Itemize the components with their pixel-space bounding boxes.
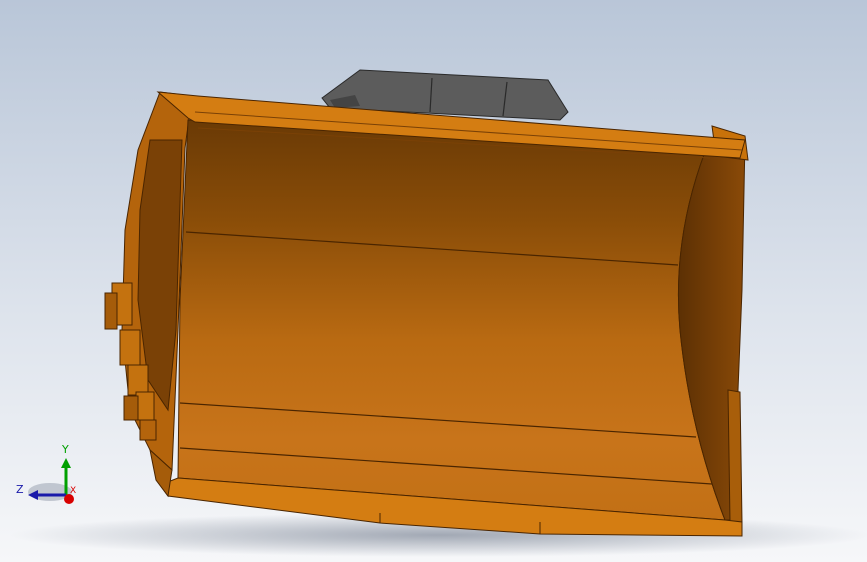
axis-triad [28, 458, 74, 504]
triad-y-label: Y [62, 443, 69, 456]
bucket-inner [177, 119, 726, 521]
bucket-model[interactable] [0, 0, 867, 562]
cad-viewport[interactable]: Y Z X [0, 0, 867, 562]
right-side-rim [727, 389, 743, 523]
triad-x-label: X [70, 486, 77, 496]
triad-z-label: Z [16, 483, 24, 496]
